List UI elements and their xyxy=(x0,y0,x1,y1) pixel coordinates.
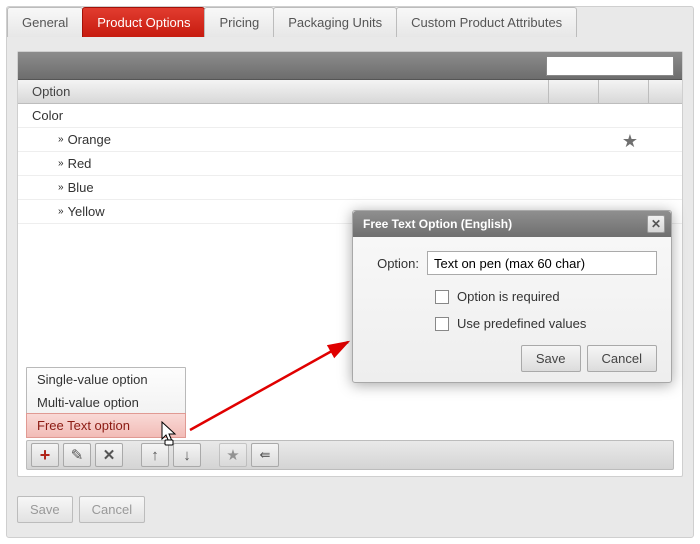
add-button[interactable]: + xyxy=(31,443,59,467)
arrow-down-icon: ↓ xyxy=(183,447,191,464)
favorite-button[interactable]: ★ xyxy=(219,443,247,467)
column-separator xyxy=(548,80,598,103)
add-option-context-menu: Single-value option Multi-value option F… xyxy=(26,367,186,438)
table-row[interactable]: » Orange ★ xyxy=(18,128,682,152)
tab-packaging-units[interactable]: Packaging Units xyxy=(273,7,397,37)
chevron-right-icon: » xyxy=(58,158,60,169)
required-checkbox[interactable] xyxy=(435,290,449,304)
dialog-save-button[interactable]: Save xyxy=(521,345,581,372)
required-checkbox-label: Option is required xyxy=(457,289,560,304)
dialog-title: Free Text Option (English) xyxy=(363,217,512,231)
option-value-label: Red xyxy=(68,156,92,171)
star-icon[interactable]: ★ xyxy=(622,131,638,152)
options-list: Color » Orange ★ » Red » Blue » Yellow xyxy=(18,104,682,224)
option-group-label: Color xyxy=(32,108,63,123)
table-row[interactable]: » Red xyxy=(18,152,682,176)
table-filter-input[interactable] xyxy=(546,56,674,76)
plus-icon: + xyxy=(40,449,51,461)
menu-item-single-value[interactable]: Single-value option xyxy=(27,368,185,391)
column-separator xyxy=(648,80,682,103)
tab-general[interactable]: General xyxy=(7,7,83,37)
list-toolbar: + ✎ ✕ ↑ ↓ ★ ⇚ xyxy=(26,440,674,470)
chevron-right-icon: » xyxy=(58,206,60,217)
table-toolbar xyxy=(18,52,682,80)
move-up-button[interactable]: ↑ xyxy=(141,443,169,467)
pencil-icon: ✎ xyxy=(71,446,84,464)
predefined-values-checkbox-label: Use predefined values xyxy=(457,316,586,331)
tab-product-options[interactable]: Product Options xyxy=(82,7,205,37)
predefined-values-checkbox[interactable] xyxy=(435,317,449,331)
page-save-button[interactable]: Save xyxy=(17,496,73,523)
menu-item-free-text[interactable]: Free Text option xyxy=(26,413,186,438)
column-separator xyxy=(598,80,648,103)
move-down-button[interactable]: ↓ xyxy=(173,443,201,467)
tab-pricing[interactable]: Pricing xyxy=(204,7,274,37)
page-cancel-button[interactable]: Cancel xyxy=(79,496,145,523)
delete-button[interactable]: ✕ xyxy=(95,443,123,467)
tab-bar: General Product Options Pricing Packagin… xyxy=(7,7,693,37)
edit-button[interactable]: ✎ xyxy=(63,443,91,467)
star-icon: ★ xyxy=(226,446,239,464)
table-column-header: Option xyxy=(18,80,682,104)
option-value-label: Orange xyxy=(68,132,111,147)
column-header-option[interactable]: Option xyxy=(18,84,548,99)
option-value-label: Yellow xyxy=(68,204,105,219)
tab-custom-product-attributes[interactable]: Custom Product Attributes xyxy=(396,7,577,37)
page-action-bar: Save Cancel xyxy=(17,496,145,523)
dialog-header[interactable]: Free Text Option (English) ✕ xyxy=(353,211,671,237)
dialog-body: Option: Option is required Use predefine… xyxy=(353,237,671,382)
close-icon: ✕ xyxy=(651,217,661,231)
option-name-input[interactable] xyxy=(427,251,657,275)
chevron-right-icon: » xyxy=(58,134,60,145)
table-row[interactable]: Color xyxy=(18,104,682,128)
menu-item-multi-value[interactable]: Multi-value option xyxy=(27,391,185,414)
chevron-right-icon: » xyxy=(58,182,60,193)
dialog-close-button[interactable]: ✕ xyxy=(647,215,665,233)
arrow-up-icon: ↑ xyxy=(151,447,159,464)
option-value-label: Blue xyxy=(68,180,94,195)
option-field-label: Option: xyxy=(367,256,427,271)
dialog-cancel-button[interactable]: Cancel xyxy=(587,345,657,372)
x-icon: ✕ xyxy=(103,446,116,464)
share-icon: ⇚ xyxy=(260,447,271,463)
share-button[interactable]: ⇚ xyxy=(251,443,279,467)
table-row[interactable]: » Blue xyxy=(18,176,682,200)
free-text-option-dialog: Free Text Option (English) ✕ Option: Opt… xyxy=(352,210,672,383)
